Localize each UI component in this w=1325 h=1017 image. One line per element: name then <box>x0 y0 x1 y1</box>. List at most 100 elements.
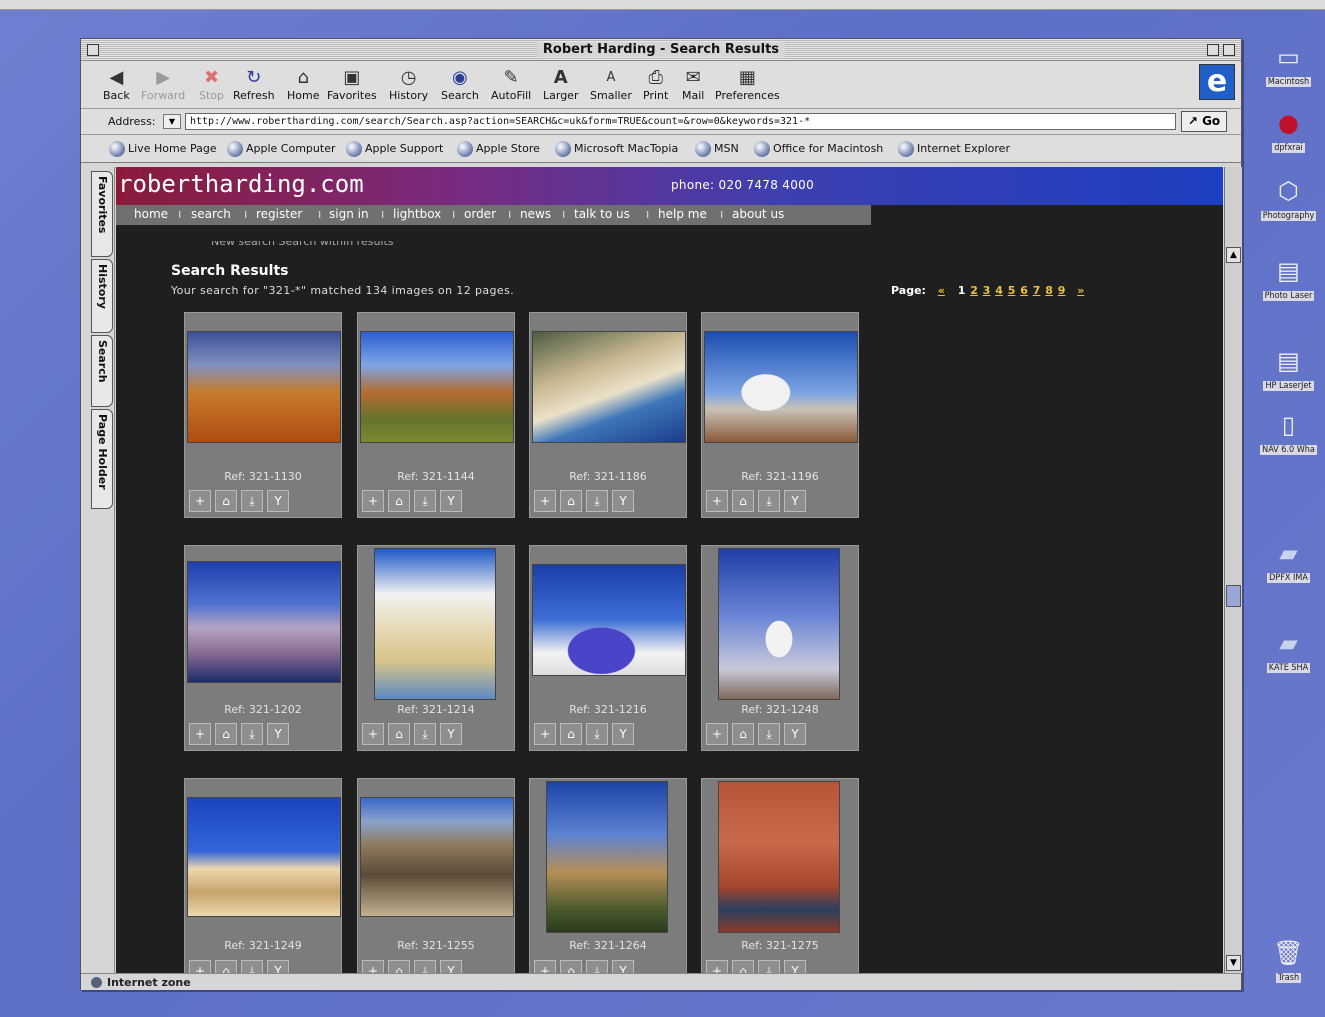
filter-button[interactable]: Y <box>267 960 289 973</box>
add-button[interactable]: + <box>534 490 556 512</box>
autofill-button[interactable]: ✎ AutoFill <box>491 67 531 102</box>
home-button[interactable]: ⌂ Home <box>287 67 319 102</box>
scroll-thumb[interactable] <box>1226 585 1241 607</box>
nav-lightbox[interactable]: lightbox <box>393 207 441 221</box>
add-button[interactable]: + <box>362 723 384 745</box>
lightbox-button[interactable]: ⌂ <box>215 960 237 973</box>
nav-home[interactable]: home <box>134 207 168 221</box>
favorite-apple-support[interactable]: Apple Support <box>346 141 443 157</box>
stop-button[interactable]: ✖ Stop <box>199 67 224 102</box>
forward-button[interactable]: ▶ Forward <box>141 67 185 102</box>
result-thumbnail[interactable] <box>718 781 840 933</box>
lightbox-button[interactable]: ⌂ <box>215 490 237 512</box>
download-button[interactable]: ⤓ <box>241 960 263 973</box>
filter-button[interactable]: Y <box>784 960 806 973</box>
result-thumbnail[interactable] <box>546 781 668 933</box>
download-button[interactable]: ⤓ <box>414 960 436 973</box>
filter-button[interactable]: Y <box>440 723 462 745</box>
download-button[interactable]: ⤓ <box>241 723 263 745</box>
favorite-apple-computer[interactable]: Apple Computer <box>227 141 336 157</box>
result-thumbnail[interactable] <box>187 561 341 683</box>
add-button[interactable]: + <box>534 723 556 745</box>
larger-button[interactable]: A Larger <box>543 67 578 102</box>
page-link-5[interactable]: 5 <box>1008 284 1016 297</box>
page-link-6[interactable]: 6 <box>1020 284 1028 297</box>
filter-button[interactable]: Y <box>440 490 462 512</box>
page-link-2[interactable]: 2 <box>970 284 978 297</box>
add-button[interactable]: + <box>706 490 728 512</box>
nav-talk-to-us[interactable]: talk to us <box>574 207 630 221</box>
add-button[interactable]: + <box>706 723 728 745</box>
lightbox-button[interactable]: ⌂ <box>560 723 582 745</box>
result-thumbnail[interactable] <box>532 564 686 676</box>
desktop-icon-dpfx-folder[interactable]: ▰ DPFX IMA <box>1252 538 1325 587</box>
tab-history[interactable]: History <box>91 259 113 333</box>
go-button[interactable]: ↗ Go <box>1181 111 1227 132</box>
page-link-9[interactable]: 9 <box>1058 284 1066 297</box>
tab-page-holder[interactable]: Page Holder <box>91 409 113 509</box>
result-thumbnail[interactable] <box>360 331 514 443</box>
lightbox-button[interactable]: ⌂ <box>732 723 754 745</box>
favorite-apple-store[interactable]: Apple Store <box>457 141 540 157</box>
next-page-link[interactable]: » <box>1077 284 1084 297</box>
add-button[interactable]: + <box>362 490 384 512</box>
desktop-icon-hp-laserjet[interactable]: ▤ HP LaserJet <box>1252 346 1325 395</box>
desktop-icon-photo-laser[interactable]: ▤ Photo Laser <box>1252 256 1325 305</box>
favorite-microsoft-mactopia[interactable]: Microsoft MacTopia <box>555 141 678 157</box>
nav-register[interactable]: register <box>256 207 302 221</box>
filter-button[interactable]: Y <box>784 490 806 512</box>
result-thumbnail[interactable] <box>532 331 686 443</box>
desktop-icon-photography[interactable]: ⬡ Photography <box>1252 176 1325 225</box>
tab-favorites[interactable]: Favorites <box>91 171 113 257</box>
search-button[interactable]: ◉ Search <box>441 67 479 102</box>
prev-page-link[interactable]: « <box>938 284 945 297</box>
result-thumbnail[interactable] <box>360 797 514 917</box>
desktop-icon-macintosh-hd[interactable]: ▭ Macintosh <box>1252 42 1325 91</box>
collapse-box[interactable] <box>1223 44 1235 56</box>
print-button[interactable]: ⎙ Print <box>643 67 668 102</box>
desktop-icon-trash[interactable]: 🗑 Trash <box>1252 938 1325 987</box>
favorite-live-home-page[interactable]: Live Home Page <box>109 141 217 157</box>
favorites-button[interactable]: ▣ Favorites <box>327 67 377 102</box>
nav-order[interactable]: order <box>464 207 496 221</box>
download-button[interactable]: ⤓ <box>758 490 780 512</box>
favorite-msn[interactable]: MSN <box>695 141 739 157</box>
lightbox-button[interactable]: ⌂ <box>732 960 754 973</box>
desktop-icon-kate-folder[interactable]: ▰ KATE SHA <box>1252 628 1325 677</box>
filter-button[interactable]: Y <box>612 490 634 512</box>
lightbox-button[interactable]: ⌂ <box>560 960 582 973</box>
filter-button[interactable]: Y <box>612 960 634 973</box>
add-button[interactable]: + <box>706 960 728 973</box>
lightbox-button[interactable]: ⌂ <box>388 960 410 973</box>
add-button[interactable]: + <box>189 723 211 745</box>
address-dropdown-icon[interactable]: ▼ <box>163 114 181 129</box>
zoom-box[interactable] <box>1207 44 1219 56</box>
history-button[interactable]: ◷ History <box>389 67 428 102</box>
lightbox-button[interactable]: ⌂ <box>215 723 237 745</box>
download-button[interactable]: ⤓ <box>586 490 608 512</box>
download-button[interactable]: ⤓ <box>758 960 780 973</box>
nav-search[interactable]: search <box>191 207 231 221</box>
favorite-internet-explorer[interactable]: Internet Explorer <box>898 141 1010 157</box>
download-button[interactable]: ⤓ <box>586 723 608 745</box>
filter-button[interactable]: Y <box>784 723 806 745</box>
nav-help-me[interactable]: help me <box>658 207 707 221</box>
desktop-icon-dpfxrai[interactable]: ● dpfxrai <box>1252 108 1325 157</box>
download-button[interactable]: ⤓ <box>758 723 780 745</box>
title-bar[interactable]: Robert Harding - Search Results <box>81 39 1241 61</box>
favorite-office-for-macintosh[interactable]: Office for Macintosh <box>754 141 883 157</box>
page-link-8[interactable]: 8 <box>1045 284 1053 297</box>
result-thumbnail[interactable] <box>187 797 341 917</box>
refresh-button[interactable]: ↻ Refresh <box>233 67 275 102</box>
result-thumbnail[interactable] <box>187 331 341 443</box>
site-logo[interactable]: robertharding.com <box>118 170 364 198</box>
scroll-down-arrow-icon[interactable]: ▼ <box>1226 955 1241 971</box>
result-thumbnail[interactable] <box>374 548 496 700</box>
download-button[interactable]: ⤓ <box>414 490 436 512</box>
smaller-button[interactable]: A Smaller <box>590 67 632 102</box>
add-button[interactable]: + <box>534 960 556 973</box>
back-button[interactable]: ◀ Back <box>103 67 130 102</box>
scroll-up-arrow-icon[interactable]: ▲ <box>1226 247 1241 263</box>
result-thumbnail[interactable] <box>718 548 840 700</box>
download-button[interactable]: ⤓ <box>586 960 608 973</box>
